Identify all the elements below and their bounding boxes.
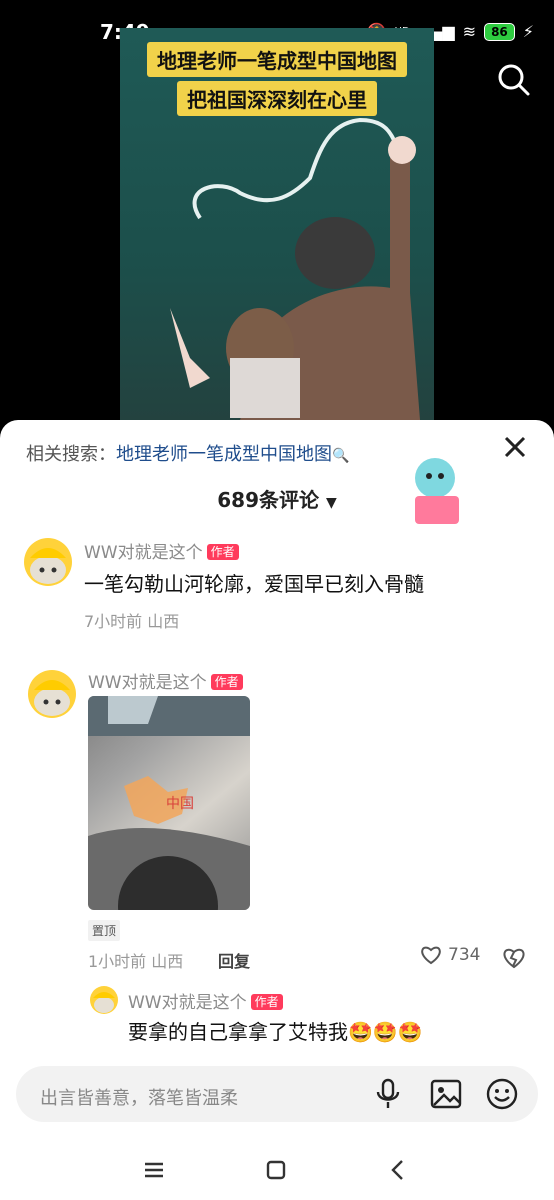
author-badge: 作者 bbox=[206, 544, 239, 560]
avatar[interactable] bbox=[24, 538, 72, 586]
chevron-down-icon: ▼ bbox=[325, 495, 337, 511]
cat-avatar-icon bbox=[30, 548, 66, 584]
avatar[interactable] bbox=[28, 670, 76, 718]
cat-avatar-icon bbox=[34, 680, 70, 716]
close-icon bbox=[504, 436, 526, 458]
like-button[interactable]: 734 bbox=[420, 945, 480, 965]
avatar[interactable] bbox=[90, 986, 118, 1014]
search-small-icon: 🔍 bbox=[332, 448, 350, 464]
photo-text: 中国 bbox=[166, 796, 194, 812]
username-text: WW对就是这个 bbox=[128, 993, 247, 1013]
related-search[interactable]: 相关搜索：地理老师一笔成型中国地图🔍 bbox=[26, 440, 349, 466]
pinned-badge: 置顶 bbox=[88, 920, 121, 941]
comment-text: 一笔勾勒山河轮廓，爱国早已刻入骨髓 bbox=[84, 572, 424, 596]
dislike-button[interactable] bbox=[502, 947, 526, 973]
reply-button[interactable]: 回复 bbox=[218, 948, 250, 972]
username-text: WW对就是这个 bbox=[84, 543, 203, 563]
author-badge: 作者 bbox=[210, 674, 243, 690]
menu-button[interactable] bbox=[134, 1150, 174, 1190]
comment-input[interactable]: 出言皆善意，落笔皆温柔 bbox=[40, 1084, 238, 1110]
comment-count[interactable]: 689条评论 ▼ bbox=[0, 484, 554, 513]
charging-icon: ⚡ bbox=[522, 22, 534, 41]
system-nav-bar bbox=[0, 1140, 554, 1200]
comment-meta: 7小时前 山西 bbox=[84, 612, 180, 631]
close-button[interactable] bbox=[502, 434, 528, 467]
video-scene bbox=[170, 117, 420, 420]
comments-sheet: 相关搜索：地理老师一笔成型中国地图🔍 689条评论 ▼ WW对就是这个 作者 一… bbox=[0, 420, 554, 1200]
cat-avatar-icon bbox=[93, 992, 115, 1013]
related-search-query[interactable]: 地理老师一笔成型中国地图 bbox=[116, 444, 332, 465]
search-icon bbox=[498, 64, 530, 96]
back-button[interactable] bbox=[378, 1150, 418, 1190]
mic-button[interactable] bbox=[370, 1076, 406, 1112]
heart-icon bbox=[421, 946, 441, 965]
home-button[interactable] bbox=[256, 1150, 296, 1190]
comment-input-bar[interactable]: 出言皆善意，落笔皆温柔 bbox=[16, 1066, 538, 1122]
comment-photo[interactable]: 中国 bbox=[88, 696, 250, 910]
back-icon bbox=[391, 1160, 403, 1180]
menu-icon bbox=[145, 1162, 163, 1178]
battery-indicator: 86 bbox=[484, 22, 515, 41]
author-badge: 作者 bbox=[250, 994, 283, 1010]
comment-username[interactable]: WW对就是这个 作者 bbox=[84, 538, 239, 563]
broken-heart-icon bbox=[503, 948, 525, 969]
search-button[interactable] bbox=[494, 60, 534, 100]
username-text: WW对就是这个 bbox=[88, 673, 207, 693]
reply-text: 要拿的自己拿拿了艾特我🤩🤩🤩 bbox=[128, 1020, 423, 1044]
reply-username[interactable]: WW对就是这个 作者 bbox=[128, 988, 283, 1013]
image-icon bbox=[430, 1079, 462, 1109]
like-count: 734 bbox=[448, 945, 481, 965]
comment-count-text: 689条评论 bbox=[217, 488, 319, 512]
video-player[interactable]: 地理老师一笔成型中国地图 把祖国深深刻在心里 bbox=[120, 28, 434, 420]
emoji-icon bbox=[486, 1078, 518, 1110]
home-icon bbox=[266, 1160, 286, 1180]
mic-icon bbox=[376, 1078, 400, 1108]
wifi-icon: ≋ bbox=[462, 22, 477, 41]
emoji-button[interactable] bbox=[484, 1076, 520, 1112]
comment-username[interactable]: WW对就是这个 作者 bbox=[88, 668, 243, 693]
related-search-label: 相关搜索： bbox=[26, 444, 116, 465]
image-button[interactable] bbox=[428, 1076, 464, 1112]
comment-meta: 1小时前 山西 bbox=[88, 952, 184, 971]
